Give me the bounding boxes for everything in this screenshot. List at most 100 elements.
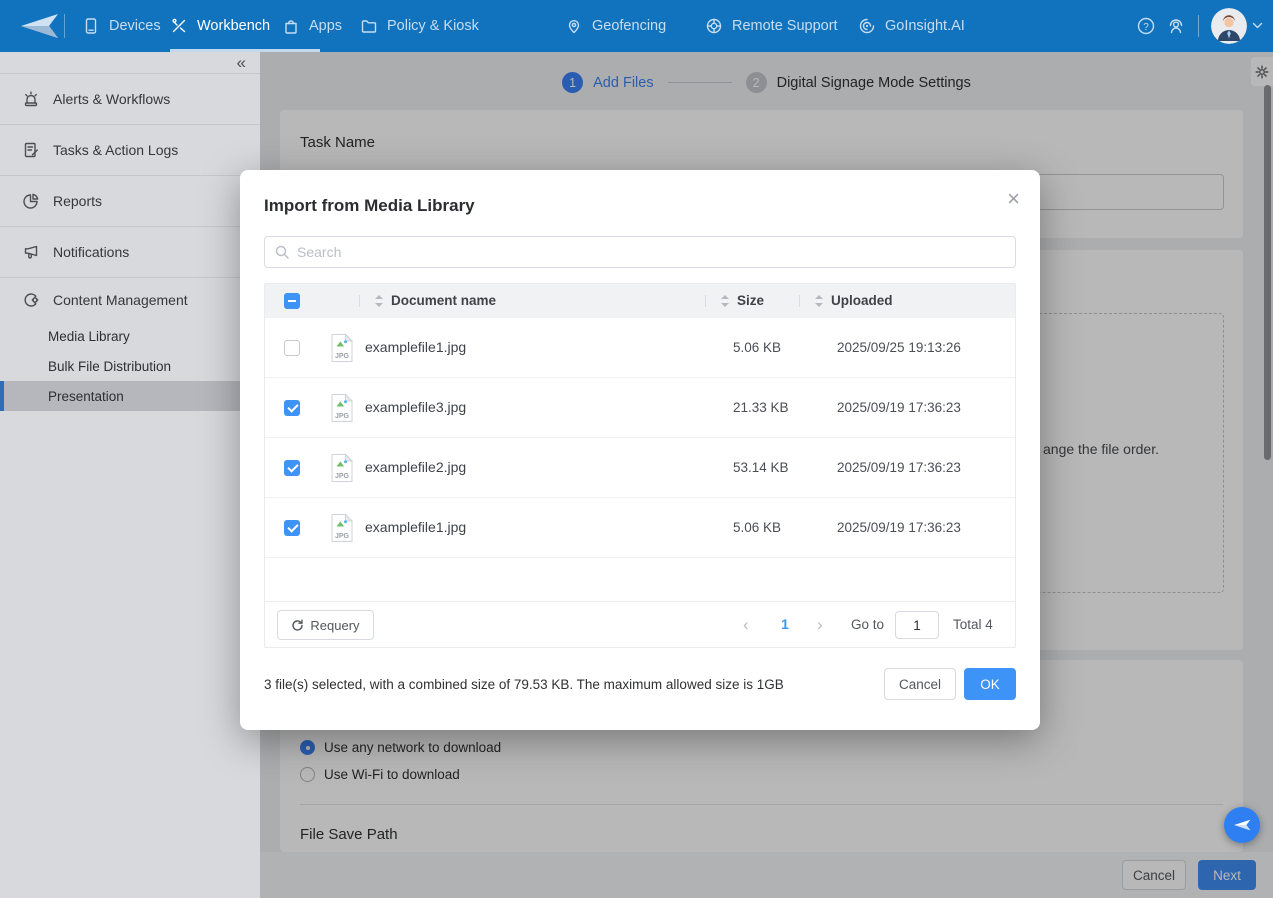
sidebar-subitem-label: Presentation bbox=[48, 389, 124, 404]
sidebar-item-content-management[interactable]: Content Management bbox=[0, 278, 260, 321]
file-uploaded-date: 2025/09/25 19:13:26 bbox=[837, 340, 961, 355]
tab-apps[interactable]: Apps bbox=[282, 0, 342, 52]
column-header-document-name[interactable]: Document name bbox=[391, 293, 496, 308]
sidebar-item-label: Tasks & Action Logs bbox=[53, 142, 178, 158]
table-row[interactable]: JPG examplefile1.jpg 5.06 KB 2025/09/25 … bbox=[265, 318, 1015, 378]
row-checkbox[interactable] bbox=[284, 340, 300, 356]
file-name: examplefile2.jpg bbox=[365, 459, 466, 475]
tab-goinsight-ai[interactable]: GoInsight.AI bbox=[858, 0, 965, 52]
table-empty-space bbox=[265, 558, 1015, 601]
file-size: 53.14 KB bbox=[733, 460, 789, 475]
tab-workbench[interactable]: Workbench bbox=[170, 0, 270, 52]
total-count: Total 4 bbox=[953, 617, 993, 632]
jpg-file-icon: JPG bbox=[329, 453, 355, 483]
top-navigation: Devices Workbench Apps Policy & Kiosk Ge… bbox=[0, 0, 1273, 52]
sidebar-item-label: Reports bbox=[53, 193, 102, 209]
tab-policy-kiosk[interactable]: Policy & Kiosk bbox=[360, 0, 479, 52]
help-icon[interactable]: ? bbox=[1136, 16, 1156, 36]
chevron-down-icon[interactable] bbox=[1252, 22, 1263, 30]
alerts-icon bbox=[22, 90, 40, 108]
sidebar-item-label: Content Management bbox=[53, 292, 188, 308]
jpg-file-icon: JPG bbox=[329, 333, 355, 363]
modal-cancel-button[interactable]: Cancel bbox=[884, 668, 956, 700]
sort-size-icon[interactable] bbox=[721, 295, 729, 307]
active-tab-underline bbox=[170, 49, 320, 52]
modal-ok-button[interactable]: OK bbox=[964, 668, 1016, 700]
sidebar-subitem-label: Media Library bbox=[48, 329, 130, 344]
sort-document-name-icon[interactable] bbox=[375, 295, 383, 307]
tab-label: GoInsight.AI bbox=[885, 18, 965, 34]
sidebar-item-label: Alerts & Workflows bbox=[53, 91, 170, 107]
svg-text:JPG: JPG bbox=[335, 533, 350, 540]
sort-uploaded-icon[interactable] bbox=[815, 295, 823, 307]
reports-icon bbox=[22, 192, 40, 210]
current-page[interactable]: 1 bbox=[773, 616, 797, 632]
sidebar: « Alerts & Workflows Tasks & Action Logs… bbox=[0, 52, 260, 898]
policy-kiosk-icon bbox=[360, 17, 378, 35]
airdroid-logo[interactable] bbox=[16, 12, 62, 40]
modal-footer: 3 file(s) selected, with a combined size… bbox=[264, 668, 1016, 700]
search-box bbox=[264, 236, 1016, 268]
column-header-size[interactable]: Size bbox=[737, 293, 764, 308]
goto-page-input[interactable] bbox=[895, 611, 939, 639]
select-all-checkbox[interactable] bbox=[284, 293, 300, 309]
support-agent-icon[interactable] bbox=[1166, 16, 1186, 36]
svg-text:?: ? bbox=[1143, 22, 1149, 33]
table-row[interactable]: JPG examplefile2.jpg 53.14 KB 2025/09/19… bbox=[265, 438, 1015, 498]
paper-plane-icon bbox=[16, 12, 62, 40]
table-row[interactable]: JPG examplefile3.jpg 21.33 KB 2025/09/19… bbox=[265, 378, 1015, 438]
column-header-uploaded[interactable]: Uploaded bbox=[831, 293, 893, 308]
modal-title: Import from Media Library bbox=[264, 196, 475, 216]
apps-icon bbox=[282, 17, 300, 35]
assistant-fab[interactable] bbox=[1224, 807, 1260, 843]
row-checkbox[interactable] bbox=[284, 400, 300, 416]
tab-label: Apps bbox=[309, 18, 342, 34]
sidebar-subitem-bulk-file-distribution[interactable]: Bulk File Distribution bbox=[0, 351, 260, 381]
remote-support-icon bbox=[705, 17, 723, 35]
row-checkbox[interactable] bbox=[284, 520, 300, 536]
sidebar-subitem-presentation[interactable]: Presentation bbox=[0, 381, 260, 411]
jpg-file-icon: JPG bbox=[329, 393, 355, 423]
search-icon bbox=[274, 244, 290, 260]
sidebar-item-alerts-workflows[interactable]: Alerts & Workflows bbox=[0, 74, 260, 125]
next-page-icon[interactable]: › bbox=[817, 615, 823, 635]
sidebar-collapse-row: « bbox=[0, 52, 260, 74]
file-name: examplefile1.jpg bbox=[365, 519, 466, 535]
search-input[interactable] bbox=[264, 236, 1016, 268]
sidebar-subitem-label: Bulk File Distribution bbox=[48, 359, 171, 374]
sidebar-item-reports[interactable]: Reports bbox=[0, 176, 260, 227]
tab-label: Policy & Kiosk bbox=[387, 18, 479, 34]
tab-remote-support[interactable]: Remote Support bbox=[705, 0, 838, 52]
workbench-icon bbox=[170, 17, 188, 35]
sidebar-subitem-media-library[interactable]: Media Library bbox=[0, 321, 260, 351]
column-divider bbox=[799, 295, 800, 307]
tab-label: Devices bbox=[109, 18, 161, 34]
table-row[interactable]: JPG examplefile1.jpg 5.06 KB 2025/09/19 … bbox=[265, 498, 1015, 558]
tab-devices[interactable]: Devices bbox=[82, 0, 161, 52]
collapse-chevrons-icon[interactable]: « bbox=[237, 53, 246, 73]
file-uploaded-date: 2025/09/19 17:36:23 bbox=[837, 400, 961, 415]
devices-icon bbox=[82, 17, 100, 35]
sidebar-item-tasks-action-logs[interactable]: Tasks & Action Logs bbox=[0, 125, 260, 176]
row-checkbox[interactable] bbox=[284, 460, 300, 476]
file-size: 5.06 KB bbox=[733, 340, 781, 355]
requery-button[interactable]: Requery bbox=[277, 610, 374, 640]
tab-geofencing[interactable]: Geofencing bbox=[565, 0, 666, 52]
notifications-icon bbox=[22, 243, 40, 261]
refresh-icon bbox=[291, 619, 304, 632]
file-size: 5.06 KB bbox=[733, 520, 781, 535]
goinsight-icon bbox=[858, 17, 876, 35]
close-icon[interactable]: × bbox=[1007, 188, 1020, 210]
app-window: Devices Workbench Apps Policy & Kiosk Ge… bbox=[0, 0, 1273, 898]
column-divider bbox=[705, 295, 706, 307]
file-name: examplefile1.jpg bbox=[365, 339, 466, 355]
sidebar-item-notifications[interactable]: Notifications bbox=[0, 227, 260, 278]
tasks-icon bbox=[22, 141, 40, 159]
nav-divider bbox=[1198, 15, 1199, 37]
goto-label: Go to bbox=[851, 617, 884, 632]
file-uploaded-date: 2025/09/19 17:36:23 bbox=[837, 460, 961, 475]
svg-text:JPG: JPG bbox=[335, 473, 350, 480]
prev-page-icon[interactable]: ‹ bbox=[743, 615, 749, 635]
avatar[interactable] bbox=[1211, 8, 1247, 44]
import-media-library-modal: Import from Media Library × Document nam… bbox=[240, 170, 1040, 730]
